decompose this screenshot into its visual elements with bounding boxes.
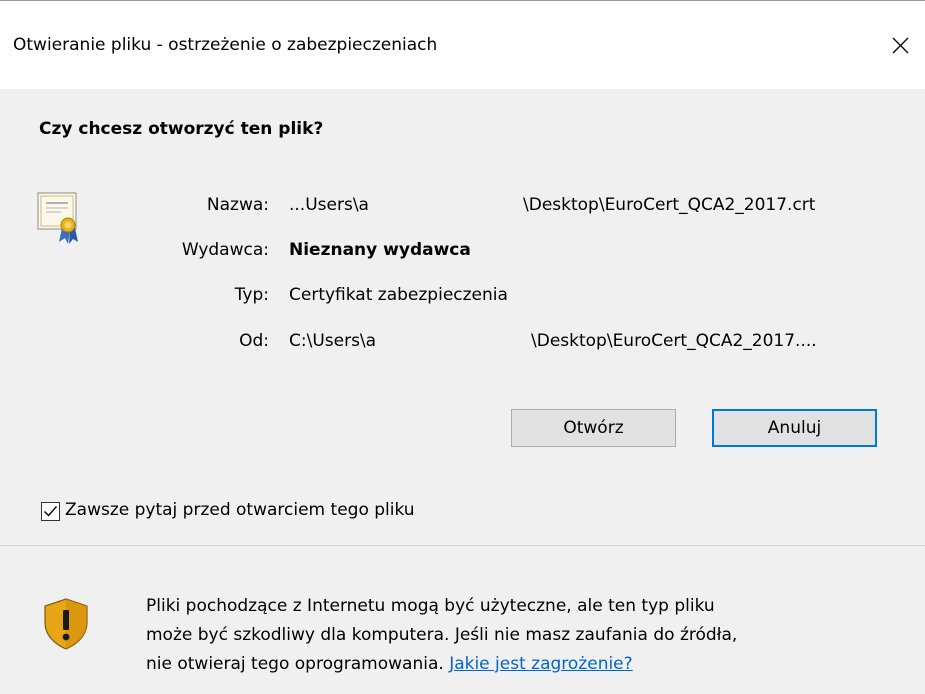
from-label: Od: (239, 331, 269, 351)
always-ask-label[interactable]: Zawsze pytaj przed otwarciem tego pliku (65, 500, 415, 520)
type-label: Typ: (234, 285, 269, 305)
from-value-start: C:\Users\a (289, 331, 377, 351)
publisher-label: Wydawca: (181, 240, 269, 260)
warning-line-3-text: nie otwieraj tego oprogramowania. (146, 654, 444, 674)
warning-text: Pliki pochodzące z Internetu mogą być uż… (146, 592, 906, 679)
always-ask-checkbox[interactable] (41, 502, 60, 521)
type-value: Certyfikat zabezpieczenia (289, 285, 508, 305)
shield-warning-icon (44, 598, 88, 650)
cancel-button[interactable]: Anuluj (712, 409, 877, 447)
warning-section: Pliki pochodzące z Internetu mogą być uż… (0, 546, 925, 694)
name-label: Nazwa: (206, 195, 269, 215)
name-value-end: \Desktop\EuroCert_QCA2_2017.crt (523, 195, 816, 215)
warning-line-3: nie otwieraj tego oprogramowania. Jakie … (146, 650, 906, 679)
close-button[interactable] (882, 28, 918, 64)
from-value-end: \Desktop\EuroCert_QCA2_2017.... (531, 331, 817, 351)
title-bar: Otwieranie pliku - ostrzeżenie o zabezpi… (0, 1, 925, 89)
name-value-start: ...Users\a (289, 195, 369, 215)
publisher-value: Nieznany wydawca (289, 240, 471, 260)
dialog-content: Czy chcesz otworzyć ten plik? Nazwa: ...… (0, 89, 925, 545)
close-icon (892, 37, 909, 54)
dialog-heading: Czy chcesz otworzyć ten plik? (39, 119, 324, 139)
risk-info-link[interactable]: Jakie jest zagrożenie? (449, 654, 632, 674)
open-button[interactable]: Otwórz (511, 409, 676, 447)
warning-line-1: Pliki pochodzące z Internetu mogą być uż… (146, 596, 715, 616)
certificate-icon (37, 192, 78, 244)
window-title: Otwieranie pliku - ostrzeżenie o zabezpi… (13, 35, 438, 55)
warning-line-2: może być szkodliwy dla komputera. Jeśli … (146, 625, 738, 645)
checkmark-icon (44, 506, 58, 517)
